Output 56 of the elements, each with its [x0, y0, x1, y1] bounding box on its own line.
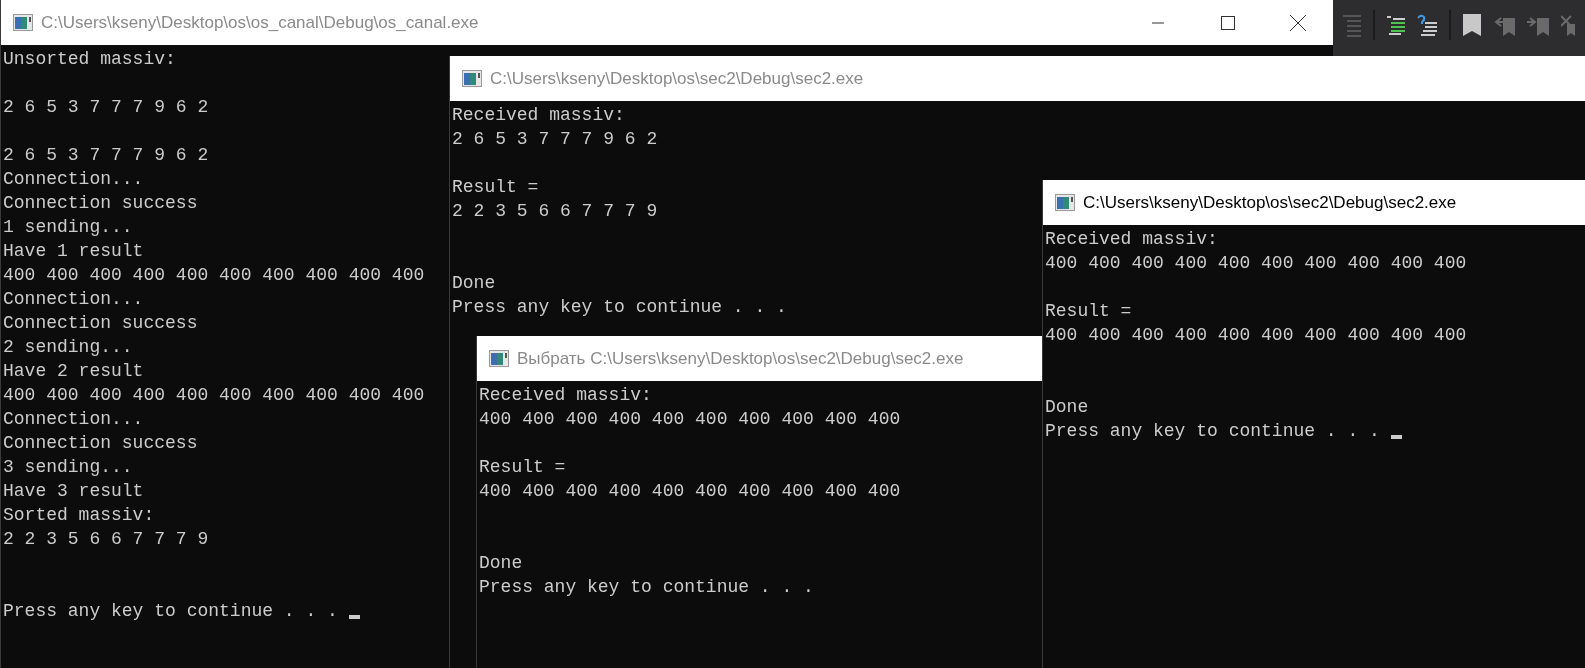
console-line: Press any key to continue . . . — [1045, 421, 1380, 441]
console-line: Press any key to continue . . . — [452, 297, 787, 317]
window-title: C:\Users\kseny\Desktop\os\sec2\Debug\sec2.exe — [1083, 191, 1457, 214]
console-line: 400 400 400 400 400 400 400 400 400 400 — [3, 385, 425, 405]
console-line: Received massiv: — [1045, 229, 1218, 249]
clear-bookmarks-icon[interactable] — [1561, 14, 1575, 36]
close-icon — [1290, 14, 1306, 31]
console-line: 400 400 400 400 400 400 400 400 400 400 — [479, 481, 901, 501]
console-line: Done — [1045, 397, 1089, 417]
console-line: 400 400 400 400 400 400 400 400 400 400 — [1045, 253, 1467, 273]
console-line: Unsorted massiv: — [3, 49, 176, 69]
bookmark-icon[interactable] — [1463, 14, 1481, 36]
uncomment-lines-icon[interactable] — [1417, 14, 1437, 36]
window-title: C:\Users\kseny\Desktop\os\sec2\Debug\sec2.exe — [490, 67, 864, 90]
maximize-icon — [1221, 15, 1235, 30]
console-line: 3 sending... — [3, 457, 133, 477]
console-line: Press any key to continue . . . — [479, 577, 814, 597]
console-line: 1 sending... — [3, 217, 133, 237]
console-line: Connection... — [3, 409, 144, 429]
previous-bookmark-icon[interactable] — [1493, 14, 1515, 36]
console-line: Connection success — [3, 313, 198, 333]
console-line: Done — [479, 553, 523, 573]
console-line: Have 3 result — [3, 481, 144, 501]
console-line: 400 400 400 400 400 400 400 400 400 400 — [1045, 325, 1467, 345]
next-bookmark-icon[interactable] — [1527, 14, 1549, 36]
console-app-icon — [462, 70, 482, 87]
console-line: 400 400 400 400 400 400 400 400 400 400 — [479, 409, 901, 429]
console-app-icon — [489, 350, 509, 367]
console-line: Connection... — [3, 169, 144, 189]
console-line: Have 1 result — [3, 241, 144, 261]
console-line: Press any key to continue . . . — [3, 601, 338, 621]
window-title: Выбрать C:\Users\kseny\Desktop\os\sec2\Debug\sec2.exe — [517, 347, 964, 370]
console-line: Result = — [452, 177, 539, 197]
console-line: 400 400 400 400 400 400 400 400 400 400 — [3, 265, 425, 285]
console-line: Result = — [1045, 301, 1132, 321]
console-line: Result = — [479, 457, 566, 477]
console-line: 2 2 3 5 6 6 7 7 7 9 — [452, 201, 658, 221]
console-line: Done — [452, 273, 496, 293]
console-line: Have 2 result — [3, 361, 144, 381]
console-line: Received massiv: — [479, 385, 652, 405]
console-app-icon — [1055, 194, 1075, 211]
console-line: 2 6 5 3 7 7 7 9 6 2 — [452, 129, 658, 149]
console-app-icon — [13, 14, 33, 31]
console-line: Received massiv: — [452, 105, 625, 125]
minimize-icon — [1152, 21, 1164, 24]
console-line: Connection success — [3, 433, 198, 453]
comment-lines-icon[interactable] — [1387, 15, 1405, 35]
window-title: C:\Users\kseny\Desktop\os\os_canal\Debug\os_canal.exe — [41, 11, 479, 34]
console-line: Connection... — [3, 289, 144, 309]
console-line: 2 6 5 3 7 7 7 9 6 2 — [3, 145, 209, 165]
console-line: 2 2 3 5 6 6 7 7 7 9 — [3, 529, 209, 549]
console-line: Sorted massiv: — [3, 505, 155, 525]
console-line: 2 sending... — [3, 337, 133, 357]
console-line: 2 6 5 3 7 7 7 9 6 2 — [3, 97, 209, 117]
lines-icon[interactable] — [1343, 13, 1361, 37]
console-line: Connection success — [3, 193, 198, 213]
